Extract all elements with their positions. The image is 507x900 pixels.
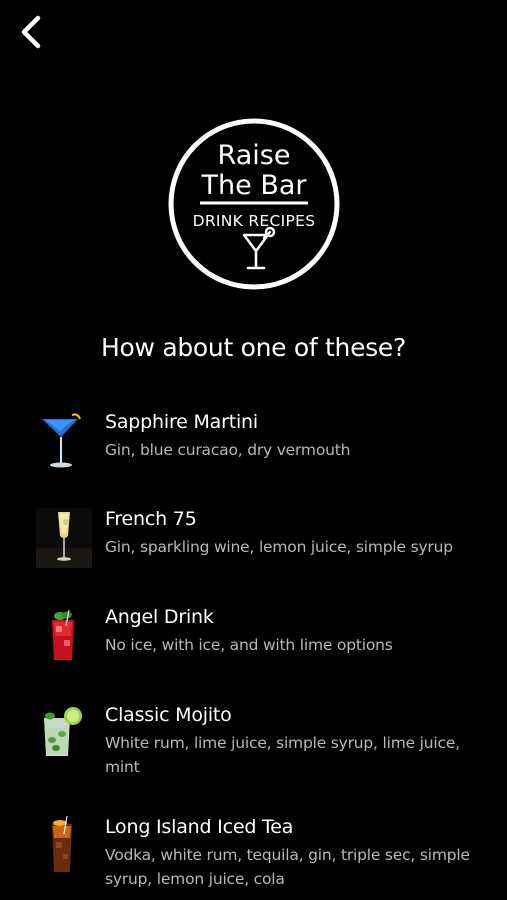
drink-item-sapphire-martini[interactable]: Sapphire Martini Gin, blue curacao, dry … <box>0 411 507 495</box>
iced-tea-glass-photo <box>36 816 92 876</box>
drink-item-long-island-iced-tea[interactable]: Long Island Iced Tea Vodka, white rum, t… <box>0 816 507 900</box>
drink-name: Long Island Iced Tea <box>105 816 294 838</box>
mojito-glass-photo <box>36 704 92 764</box>
blue-martini-photo <box>36 411 92 471</box>
drink-ingredients: White rum, lime juice, simple syrup, lim… <box>105 734 460 776</box>
drink-ingredients: No ice, with ice, and with lime options <box>105 636 393 654</box>
drink-name: Angel Drink <box>105 606 214 628</box>
app-logo: Raise The Bar DRINK RECIPES <box>167 117 341 291</box>
drink-ingredients: Gin, blue curacao, dry vermouth <box>105 441 351 459</box>
drink-ingredients: Vodka, white rum, tequila, gin, triple s… <box>105 846 470 888</box>
logo-line-drink-recipes: DRINK RECIPES <box>193 212 316 230</box>
logo-line-the-bar: The Bar <box>201 170 308 201</box>
chevron-left-icon <box>21 15 41 49</box>
drink-name: Sapphire Martini <box>105 411 258 433</box>
logo-line-raise: Raise <box>218 140 291 171</box>
drink-ingredients: Gin, sparkling wine, lemon juice, simple… <box>105 538 453 556</box>
drink-item-angel-drink[interactable]: Angel Drink No ice, with ice, and with l… <box>0 606 507 690</box>
suggestions-heading: How about one of these? <box>101 333 406 362</box>
martini-glass-icon <box>242 226 276 270</box>
red-cocktail-photo <box>36 606 92 666</box>
drink-item-classic-mojito[interactable]: Classic Mojito White rum, lime juice, si… <box>0 704 507 788</box>
champagne-flute-photo <box>36 508 92 568</box>
drink-name: Classic Mojito <box>105 704 232 726</box>
back-button[interactable] <box>10 12 50 52</box>
drink-item-french-75[interactable]: French 75 Gin, sparkling wine, lemon jui… <box>0 508 507 592</box>
drink-name: French 75 <box>105 508 197 530</box>
